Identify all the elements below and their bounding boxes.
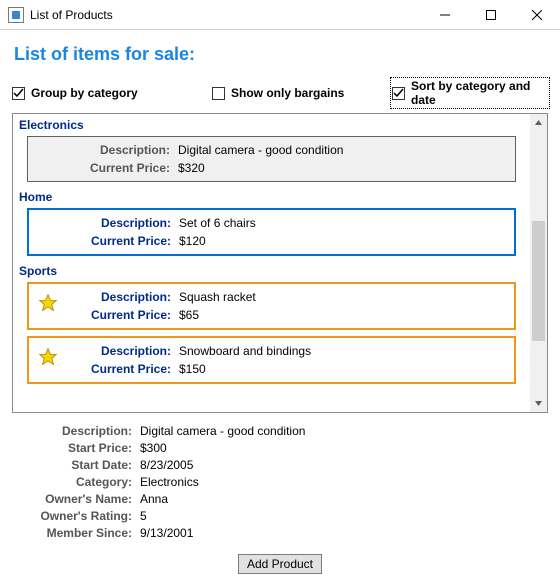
group-header: Home bbox=[19, 188, 524, 206]
options-row: Group by category Show only bargains Sor… bbox=[12, 79, 548, 111]
star-slot bbox=[34, 141, 60, 146]
client-area: List of items for sale: Group by categor… bbox=[0, 30, 560, 582]
list-item[interactable]: Description: Current Price: Squash racke… bbox=[27, 282, 516, 330]
scroll-down-button[interactable] bbox=[530, 395, 547, 412]
close-button[interactable] bbox=[514, 0, 560, 30]
detail-value: 5 bbox=[132, 508, 147, 525]
list-viewport: Electronics Description: Current Price: … bbox=[13, 114, 530, 412]
button-row: Add Product bbox=[12, 548, 548, 574]
item-labels: Description: Current Price: bbox=[61, 342, 171, 378]
checkbox-label: Show only bargains bbox=[231, 86, 344, 100]
detail-label: Start Date: bbox=[22, 457, 132, 474]
checkbox-label: Group by category bbox=[31, 86, 138, 100]
detail-label: Owner's Name: bbox=[22, 491, 132, 508]
checkbox-group-by-category[interactable]: Group by category bbox=[12, 79, 212, 107]
scroll-thumb[interactable] bbox=[532, 221, 545, 341]
item-labels: Description: Current Price: bbox=[61, 214, 171, 250]
item-values: Digital camera - good condition $320 bbox=[170, 141, 343, 177]
checkbox-box bbox=[12, 87, 25, 100]
detail-value: Electronics bbox=[132, 474, 199, 491]
item-labels: Description: Current Price: bbox=[60, 141, 170, 177]
list-item[interactable]: Description: Current Price: Set of 6 cha… bbox=[27, 208, 516, 256]
product-listbox[interactable]: Electronics Description: Current Price: … bbox=[12, 113, 548, 413]
item-values: Set of 6 chairs $120 bbox=[171, 214, 256, 250]
checkbox-box bbox=[212, 87, 225, 100]
checkbox-label: Sort by category and date bbox=[411, 79, 548, 107]
detail-value: Digital camera - good condition bbox=[132, 423, 305, 440]
star-icon bbox=[35, 288, 61, 313]
maximize-button[interactable] bbox=[468, 0, 514, 30]
detail-value: 8/23/2005 bbox=[132, 457, 193, 474]
checkbox-sort-by-category-and-date[interactable]: Sort by category and date bbox=[392, 79, 548, 107]
scroll-up-button[interactable] bbox=[530, 114, 547, 131]
item-values: Snowboard and bindings $150 bbox=[171, 342, 311, 378]
add-product-button[interactable]: Add Product bbox=[238, 554, 322, 574]
list-item[interactable]: Description: Current Price: Snowboard an… bbox=[27, 336, 516, 384]
detail-value: Anna bbox=[132, 491, 168, 508]
app-icon bbox=[8, 7, 24, 23]
checkbox-show-only-bargains[interactable]: Show only bargains bbox=[212, 79, 392, 107]
detail-panel: Description:Digital camera - good condit… bbox=[12, 413, 548, 548]
titlebar: List of Products bbox=[0, 0, 560, 30]
star-slot bbox=[35, 214, 61, 219]
detail-value: 9/13/2001 bbox=[132, 525, 193, 542]
item-values: Squash racket $65 bbox=[171, 288, 256, 324]
scroll-track[interactable] bbox=[530, 131, 547, 395]
item-labels: Description: Current Price: bbox=[61, 288, 171, 324]
window-title: List of Products bbox=[30, 8, 422, 22]
checkbox-box bbox=[392, 87, 405, 100]
detail-label: Member Since: bbox=[22, 525, 132, 542]
group-header: Sports bbox=[19, 262, 524, 280]
star-icon bbox=[35, 342, 61, 367]
minimize-button[interactable] bbox=[422, 0, 468, 30]
page-title: List of items for sale: bbox=[14, 44, 548, 65]
list-item[interactable]: Description: Current Price: Digital came… bbox=[27, 136, 516, 182]
detail-label: Description: bbox=[22, 423, 132, 440]
scrollbar[interactable] bbox=[530, 114, 547, 412]
detail-label: Start Price: bbox=[22, 440, 132, 457]
detail-value: $300 bbox=[132, 440, 167, 457]
group-header: Electronics bbox=[19, 116, 524, 134]
detail-label: Owner's Rating: bbox=[22, 508, 132, 525]
detail-label: Category: bbox=[22, 474, 132, 491]
